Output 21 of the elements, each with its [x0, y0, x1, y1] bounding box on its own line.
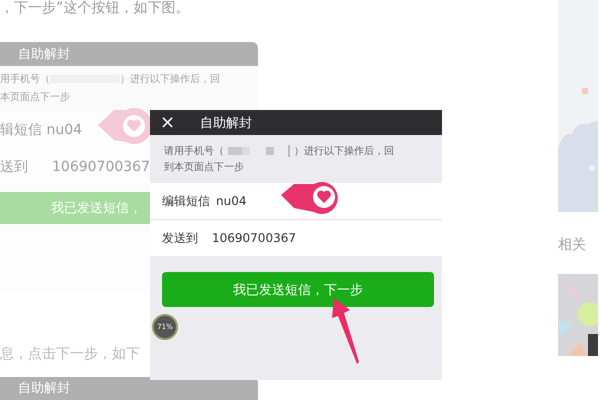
screenshot-title: 自助解封: [18, 380, 70, 398]
instruction-text: ）进行以下操作后，回: [120, 72, 220, 86]
sidebar-heading: 相关: [558, 236, 588, 254]
instruction-text: ）进行以下操作后，回: [294, 144, 394, 158]
close-button[interactable]: ×: [160, 112, 176, 132]
send-label: 送到: [0, 158, 28, 176]
article-text: 息，点击下一步，如下: [0, 344, 141, 363]
screenshot-title: 自助解封: [200, 114, 252, 132]
instruction-text: 本页面点下一步: [0, 90, 70, 104]
instruction-text: 请用手机号（: [164, 144, 224, 158]
phone-number: 10690700367: [52, 159, 150, 176]
message-text: 辑短信 nu04: [0, 121, 82, 140]
article-text: ，下一步”这个按钮，如下图。: [0, 0, 190, 18]
row-label: 发送到: [162, 230, 198, 246]
instruction-text: 到本页面点下一步: [164, 160, 244, 174]
row-value: 10690700367: [212, 231, 296, 245]
row-value: nu04: [216, 194, 246, 208]
row-label: 编辑短信: [162, 192, 210, 210]
redaction-mark: [228, 145, 292, 157]
screenshot-title: 自助解封: [18, 46, 70, 63]
instruction-text: 用手机号（: [0, 72, 50, 86]
